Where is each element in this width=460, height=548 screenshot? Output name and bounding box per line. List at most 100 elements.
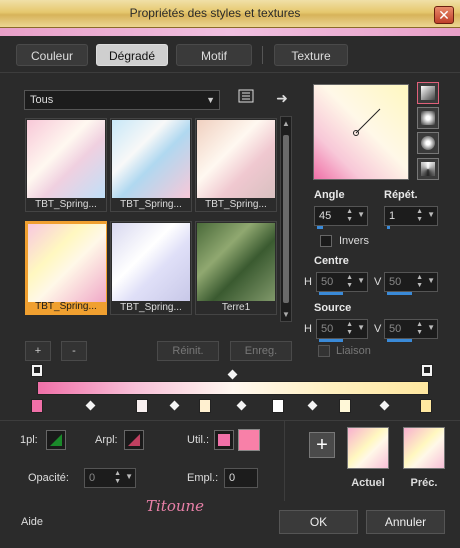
center-h-spinner[interactable]: 50 ▲ ▼ ▼	[316, 272, 368, 295]
add-to-swatch-button[interactable]: +	[309, 432, 335, 458]
source-v-level-bar	[387, 339, 412, 342]
opacity-midpoint[interactable]	[227, 369, 238, 380]
invert-checkbox[interactable]	[320, 235, 332, 247]
tab-texture[interactable]: Texture	[274, 44, 348, 66]
thumbnail-caption: TBT_Spring...	[120, 199, 182, 210]
scrollbar-thumb[interactable]	[283, 135, 289, 303]
spin-arrows-icon[interactable]: ▲ ▼	[346, 321, 353, 337]
previous-swatch[interactable]	[403, 427, 445, 469]
close-button[interactable]: ✕	[434, 6, 454, 24]
help-link[interactable]: Aide	[21, 516, 43, 528]
sunburst-style-button[interactable]	[417, 158, 439, 180]
rectangular-style-button[interactable]	[417, 107, 439, 129]
color-midpoint[interactable]	[85, 400, 96, 411]
thumbnail-caption: TBT_Spring...	[35, 199, 97, 210]
window-title: Propriétés des styles et textures	[129, 6, 301, 20]
chevron-down-icon[interactable]: ▼	[357, 210, 365, 219]
source-h-spinner[interactable]: 50 ▲ ▼ ▼	[316, 319, 368, 342]
color-midpoint[interactable]	[236, 400, 247, 411]
color-stop[interactable]	[136, 399, 148, 413]
center-h-level-bar	[319, 292, 343, 295]
spin-arrows-icon[interactable]: ▲ ▼	[416, 274, 423, 290]
category-select[interactable]: Tous ▼	[24, 90, 220, 110]
angle-spinner[interactable]: 45 ▲ ▼ ▼	[314, 206, 368, 229]
remove-gradient-button[interactable]: -	[61, 341, 87, 361]
gradient-thumbnail[interactable]: Terre1	[195, 221, 277, 315]
radial-style-button[interactable]	[417, 132, 439, 154]
gradient-thumbnail[interactable]: TBT_Spring...	[110, 221, 192, 315]
opacity-stop-end[interactable]	[421, 364, 433, 377]
linear-style-button[interactable]	[417, 82, 439, 104]
opacity-stop-start[interactable]	[31, 364, 43, 377]
link-checkbox[interactable]	[318, 345, 330, 357]
source-v-spinner[interactable]: 50 ▲ ▼ ▼	[384, 319, 438, 342]
gradient-thumbnail[interactable]: TBT_Spring...	[25, 118, 107, 212]
tab-degrade[interactable]: Dégradé	[96, 44, 168, 66]
repeat-spinner[interactable]: 1 ▲ ▼ ▼	[384, 206, 438, 229]
current-swatch[interactable]	[347, 427, 389, 469]
stop-color-swatch[interactable]	[238, 429, 260, 451]
background-label: Arpl:	[95, 434, 118, 446]
angle-value: 45	[319, 210, 332, 222]
thumbnail-caption: TBT_Spring...	[205, 199, 267, 210]
location-label: Empl.:	[187, 472, 219, 484]
category-value: Tous	[30, 94, 54, 106]
opacity-label: Opacité:	[28, 472, 69, 484]
chevron-down-icon[interactable]: ▼	[427, 323, 435, 332]
spin-arrows-icon[interactable]: ▲ ▼	[416, 208, 423, 224]
color-stop[interactable]	[272, 399, 284, 413]
location-input[interactable]: 0	[224, 468, 258, 488]
spin-arrows-icon[interactable]: ▲ ▼	[416, 321, 423, 337]
opacity-spinner[interactable]: 0 ▲ ▼ ▼	[84, 468, 136, 488]
spin-arrows-icon[interactable]: ▲ ▼	[346, 274, 353, 290]
center-h-value: 50	[321, 276, 334, 288]
save-button[interactable]: Enreg.	[230, 341, 292, 361]
gradient-thumbnail[interactable]: TBT_Spring...	[195, 118, 277, 212]
foreground-color-button[interactable]	[46, 430, 66, 450]
scroll-up-icon[interactable]: ▲	[282, 119, 290, 128]
tab-divider	[262, 46, 263, 64]
stop-marker	[34, 367, 40, 373]
tab-couleur[interactable]: Couleur	[16, 44, 88, 66]
chevron-down-icon[interactable]: ▼	[357, 276, 365, 285]
source-h-label: H	[304, 323, 312, 335]
chevron-down-icon[interactable]: ▼	[427, 210, 435, 219]
color-stop[interactable]	[31, 399, 43, 413]
color-stop[interactable]	[199, 399, 211, 413]
source-v-label: V	[374, 323, 382, 335]
source-label: Source	[314, 302, 352, 314]
custom-color-button[interactable]	[214, 430, 234, 450]
add-gradient-button[interactable]: +	[25, 341, 51, 361]
spin-arrows-icon[interactable]: ▲ ▼	[346, 208, 353, 224]
reset-button[interactable]: Réinit.	[157, 341, 219, 361]
center-v-spinner[interactable]: 50 ▲ ▼ ▼	[384, 272, 438, 295]
color-stop[interactable]	[420, 399, 432, 413]
first-label: 1pl:	[20, 434, 38, 446]
chevron-down-icon[interactable]: ▼	[357, 323, 365, 332]
thumbnail-scrollbar[interactable]: ▲ ▼	[280, 116, 292, 322]
scroll-down-icon[interactable]: ▼	[282, 310, 290, 319]
chevron-down-icon[interactable]: ▼	[427, 276, 435, 285]
color-stop[interactable]	[339, 399, 351, 413]
gradient-thumbnail-selected[interactable]: TBT_Spring...	[25, 221, 107, 315]
stop-marker	[424, 367, 430, 373]
cancel-button[interactable]: Annuler	[366, 510, 445, 534]
tab-motif[interactable]: Motif	[176, 44, 252, 66]
color-midpoint[interactable]	[169, 400, 180, 411]
arrow-right-icon[interactable]: ➜	[272, 88, 292, 108]
gradient-thumbnail[interactable]: TBT_Spring...	[110, 118, 192, 212]
source-h-value: 50	[321, 323, 334, 335]
gradient-preview-large[interactable]	[313, 84, 409, 180]
color-midpoint[interactable]	[307, 400, 318, 411]
rectangular-gradient-icon	[421, 111, 435, 125]
ok-button[interactable]: OK	[279, 510, 358, 534]
center-label: Centre	[314, 255, 349, 267]
chevron-down-icon[interactable]: ▼	[125, 472, 133, 481]
separator	[0, 420, 460, 421]
list-view-icon[interactable]	[236, 88, 256, 108]
background-color-button[interactable]	[124, 430, 144, 450]
gradient-preview	[112, 223, 190, 301]
spin-arrows-icon[interactable]: ▲ ▼	[114, 470, 121, 486]
color-midpoint[interactable]	[379, 400, 390, 411]
gradient-bar[interactable]	[37, 381, 429, 395]
